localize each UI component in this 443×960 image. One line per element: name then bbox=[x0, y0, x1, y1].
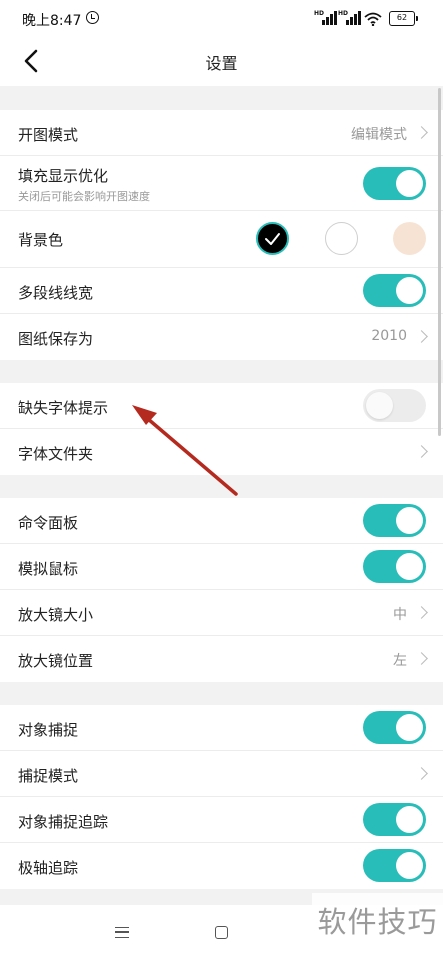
app-bar: 设置 bbox=[0, 38, 443, 86]
snap-tracking-toggle[interactable] bbox=[363, 803, 426, 836]
setting-label: 填充显示优化 bbox=[18, 167, 109, 185]
scrollbar[interactable] bbox=[438, 88, 441, 436]
home-icon[interactable] bbox=[215, 926, 228, 939]
setting-label: 放大镜大小 bbox=[18, 606, 94, 624]
status-time: 晚上8:47 bbox=[22, 13, 82, 29]
setting-snap-mode[interactable]: 捕捉模式 bbox=[0, 751, 443, 797]
setting-label: 开图模式 bbox=[18, 126, 79, 144]
setting-label: 缺失字体提示 bbox=[18, 399, 109, 417]
setting-label: 极轴追踪 bbox=[18, 859, 79, 877]
swatch-beige[interactable] bbox=[393, 222, 426, 255]
alarm-icon bbox=[86, 11, 99, 24]
setting-label: 放大镜位置 bbox=[18, 652, 94, 670]
setting-magnifier-size[interactable]: 放大镜大小 中 bbox=[0, 590, 443, 636]
check-icon bbox=[265, 233, 280, 245]
setting-magnifier-position[interactable]: 放大镜位置 左 bbox=[0, 636, 443, 682]
setting-label: 字体文件夹 bbox=[18, 445, 94, 463]
setting-label: 图纸保存为 bbox=[18, 330, 94, 348]
chevron-right-icon bbox=[415, 445, 428, 458]
setting-label: 背景色 bbox=[18, 231, 64, 249]
wifi-icon bbox=[364, 12, 382, 26]
setting-value: 2010 bbox=[371, 328, 407, 344]
object-snap-toggle[interactable] bbox=[363, 711, 426, 744]
setting-value: 中 bbox=[393, 607, 407, 623]
polyline-width-toggle[interactable] bbox=[363, 274, 426, 307]
setting-value: 编辑模式 bbox=[351, 127, 407, 143]
network-label: HD bbox=[314, 10, 325, 17]
command-panel-toggle[interactable] bbox=[363, 504, 426, 537]
setting-label: 多段线线宽 bbox=[18, 284, 94, 302]
status-bar: 晚上8:47 HD HD 62 bbox=[0, 0, 443, 38]
setting-font-folder[interactable]: 字体文件夹 bbox=[0, 429, 443, 475]
setting-polar-tracking: 极轴追踪 bbox=[0, 843, 443, 889]
chevron-right-icon bbox=[415, 767, 428, 780]
chevron-right-icon bbox=[415, 606, 428, 619]
setting-label: 捕捉模式 bbox=[18, 767, 79, 785]
setting-command-panel: 命令面板 bbox=[0, 498, 443, 544]
setting-background-color: 背景色 bbox=[0, 211, 443, 268]
fill-display-toggle[interactable] bbox=[363, 167, 426, 200]
network-label-2: HD bbox=[338, 10, 349, 17]
setting-snap-tracking: 对象捕捉追踪 bbox=[0, 797, 443, 843]
signal-icon: HD bbox=[314, 10, 337, 25]
signal-icon-2: HD bbox=[338, 10, 361, 25]
setting-missing-font: 缺失字体提示 bbox=[0, 383, 443, 429]
setting-label: 模拟鼠标 bbox=[18, 560, 79, 578]
setting-label: 对象捕捉 bbox=[18, 721, 79, 739]
setting-fill-display: 填充显示优化 关闭后可能会影响开图速度 bbox=[0, 156, 443, 211]
simulate-mouse-toggle[interactable] bbox=[363, 550, 426, 583]
setting-simulate-mouse: 模拟鼠标 bbox=[0, 544, 443, 590]
missing-font-toggle[interactable] bbox=[363, 389, 426, 422]
polar-tracking-toggle[interactable] bbox=[363, 849, 426, 882]
setting-value: 左 bbox=[393, 653, 407, 669]
setting-description: 关闭后可能会影响开图速度 bbox=[18, 190, 150, 203]
page-title: 设置 bbox=[205, 54, 238, 73]
setting-save-as[interactable]: 图纸保存为 2010 bbox=[0, 314, 443, 360]
setting-label: 对象捕捉追踪 bbox=[18, 813, 109, 831]
battery-icon: 62 bbox=[389, 11, 418, 26]
chevron-right-icon bbox=[415, 652, 428, 665]
setting-object-snap: 对象捕捉 bbox=[0, 705, 443, 751]
setting-label: 命令面板 bbox=[18, 514, 79, 532]
watermark: 软件技巧 bbox=[312, 893, 443, 951]
swatch-white[interactable] bbox=[325, 222, 358, 255]
menu-icon[interactable] bbox=[115, 927, 129, 938]
chevron-right-icon bbox=[415, 126, 428, 139]
setting-open-mode[interactable]: 开图模式 编辑模式 bbox=[0, 110, 443, 156]
swatch-black[interactable] bbox=[256, 222, 289, 255]
setting-polyline-width: 多段线线宽 bbox=[0, 268, 443, 314]
chevron-right-icon bbox=[415, 330, 428, 343]
